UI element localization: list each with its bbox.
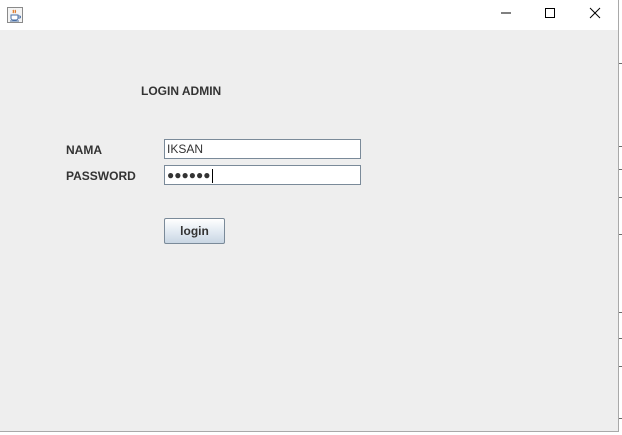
password-field[interactable]: ●●●●●● xyxy=(164,165,361,185)
maximize-icon xyxy=(544,6,556,24)
java-cup-icon xyxy=(7,7,23,23)
minimize-icon xyxy=(500,6,512,24)
nama-label: NAMA xyxy=(66,143,102,157)
login-window: LOGIN ADMIN NAMA IKSAN PASSWORD ●●●●●● l… xyxy=(0,0,619,432)
text-caret xyxy=(211,168,213,183)
minimize-button[interactable] xyxy=(483,0,529,30)
password-mask: ●●●●●● xyxy=(167,168,211,182)
title-bar[interactable] xyxy=(0,0,618,30)
close-button[interactable] xyxy=(572,0,618,30)
login-button[interactable]: login xyxy=(164,218,225,244)
close-icon xyxy=(589,6,601,24)
password-label: PASSWORD xyxy=(66,169,136,183)
form-panel: LOGIN ADMIN NAMA IKSAN PASSWORD ●●●●●● l… xyxy=(0,30,618,431)
maximize-button[interactable] xyxy=(527,0,573,30)
login-button-label: login xyxy=(180,224,209,238)
page-title: LOGIN ADMIN xyxy=(141,84,222,98)
nama-value: IKSAN xyxy=(167,142,204,156)
nama-field[interactable]: IKSAN xyxy=(164,139,361,159)
